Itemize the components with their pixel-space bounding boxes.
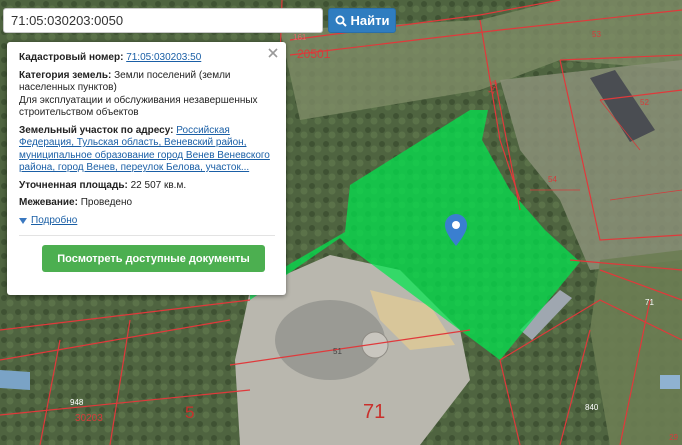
map-label-52: 52 (640, 98, 649, 107)
area-value: 22 507 кв.м. (130, 179, 187, 191)
address-row: Земельный участок по адресу: Российская … (19, 125, 275, 175)
map-label-51: 51 (333, 347, 342, 356)
map-label-53: 53 (592, 30, 601, 39)
search-button-label: Найти (350, 13, 390, 28)
category-row: Категория земель: Земли поселений (земли… (19, 70, 275, 120)
map-label-71-small: 71 (645, 298, 654, 307)
more-details-label: Подробно (31, 214, 78, 226)
usage-text: Для эксплуатации и обслуживания незаверш… (19, 94, 258, 119)
map-label-948: 948 (70, 398, 84, 407)
card-divider (19, 235, 275, 236)
map-label-5: 5 (185, 403, 194, 422)
area-label: Уточненная площадь: (19, 179, 128, 191)
cadastral-label: Кадастровый номер: (19, 52, 124, 63)
survey-row: Межевание: Проведено (19, 197, 275, 210)
close-icon[interactable] (267, 47, 279, 59)
search-input[interactable] (3, 8, 323, 33)
search-button[interactable]: Найти (328, 8, 396, 33)
search-icon (335, 15, 347, 27)
expand-triangle-icon (19, 217, 27, 224)
map-label-54: 54 (548, 175, 557, 184)
map-label-30203: 30203 (75, 413, 103, 424)
map-building-small (660, 375, 680, 389)
parcel-info-card: Кадастровый номер: 71:05:030203:50 Катег… (7, 42, 286, 295)
cadastral-row: Кадастровый номер: 71:05:030203:50 (19, 52, 275, 65)
map-label-29: 29 (669, 433, 678, 442)
map-label-71: 71 (363, 401, 385, 423)
survey-value: Проведено (80, 197, 133, 208)
more-details-link[interactable]: Подробно (19, 215, 275, 228)
map-building-blue (0, 370, 30, 390)
map-label-20501: 20501 (297, 47, 331, 61)
view-documents-button[interactable]: Посмотреть доступные документы (42, 245, 265, 272)
map-label-161: 161 (293, 33, 307, 42)
category-label: Категория земель: (19, 69, 112, 81)
address-label: Земельный участок по адресу: (19, 124, 174, 136)
area-row: Уточненная площадь: 22 507 кв.м. (19, 180, 275, 193)
map-label-840: 840 (585, 403, 599, 412)
cadastral-link[interactable]: 71:05:030203:50 (126, 52, 201, 63)
survey-label: Межевание: (19, 197, 78, 208)
search-bar: Найти (3, 8, 396, 33)
